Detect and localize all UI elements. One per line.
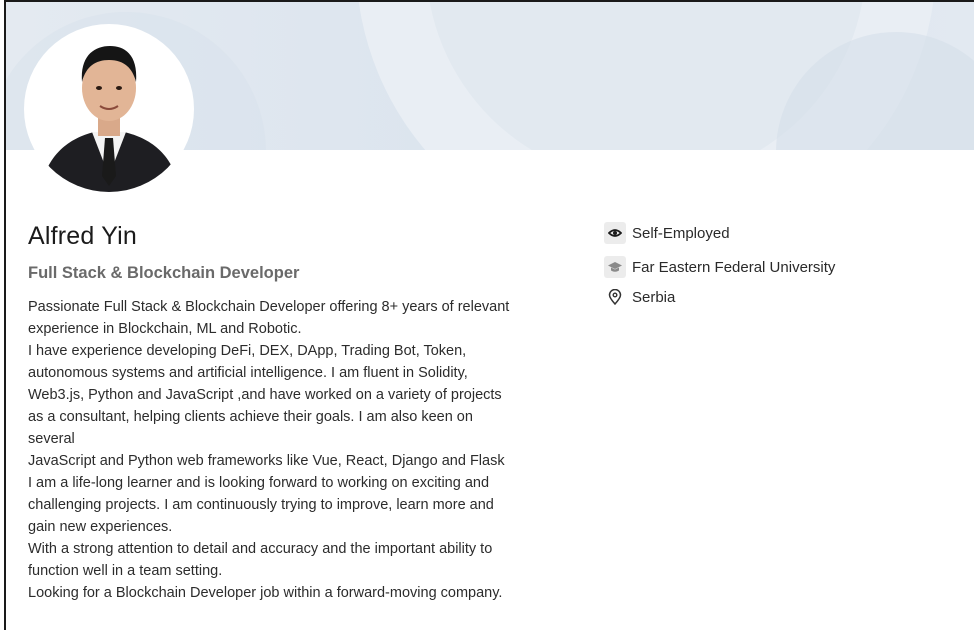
briefcase-icon bbox=[604, 222, 626, 244]
graduation-cap-icon bbox=[604, 256, 626, 278]
about-line: Passionate Full Stack & Blockchain Devel… bbox=[28, 299, 510, 315]
profile-avatar bbox=[26, 26, 192, 192]
location-label: Serbia bbox=[632, 288, 676, 306]
about-line: Looking for a Blockchain Developer job w… bbox=[28, 585, 503, 601]
profile-headline: Full Stack & Blockchain Developer bbox=[28, 264, 300, 282]
location-pin-icon bbox=[604, 286, 626, 308]
about-line: function well in a team setting. bbox=[28, 563, 223, 579]
about-line: Web3.js, Python and JavaScript ,and have… bbox=[28, 387, 502, 403]
about-line: experience in Blockchain, ML and Robotic… bbox=[28, 321, 302, 337]
employment-label: Self-Employed bbox=[632, 224, 730, 242]
employment-item[interactable]: Self-Employed bbox=[604, 220, 964, 246]
about-line: I am a life-long learner and is looking … bbox=[28, 475, 490, 491]
profile-card: Alfred Yin Full Stack & Blockchain Devel… bbox=[4, 0, 974, 630]
about-line: autonomous systems and artificial intell… bbox=[28, 365, 468, 381]
education-item[interactable]: Far Eastern Federal University bbox=[604, 254, 964, 280]
education-label: Far Eastern Federal University bbox=[632, 258, 836, 276]
about-line: gain new experiences. bbox=[28, 519, 173, 535]
location-item: Serbia bbox=[604, 284, 964, 310]
about-line: I have experience developing DeFi, DEX, … bbox=[28, 343, 467, 359]
profile-about: Passionate Full Stack & Blockchain Devel… bbox=[28, 296, 588, 604]
profile-name: Alfred Yin bbox=[28, 222, 138, 250]
about-line: as a consultant, helping clients achieve… bbox=[28, 409, 473, 425]
about-line: several bbox=[28, 431, 75, 447]
profile-sidebar: Self-Employed Far Eastern Federal Univer… bbox=[604, 220, 964, 310]
about-line: JavaScript and Python web frameworks lik… bbox=[28, 453, 505, 469]
about-line: challenging projects. I am continuously … bbox=[28, 497, 494, 513]
about-line: With a strong attention to detail and ac… bbox=[28, 541, 493, 557]
